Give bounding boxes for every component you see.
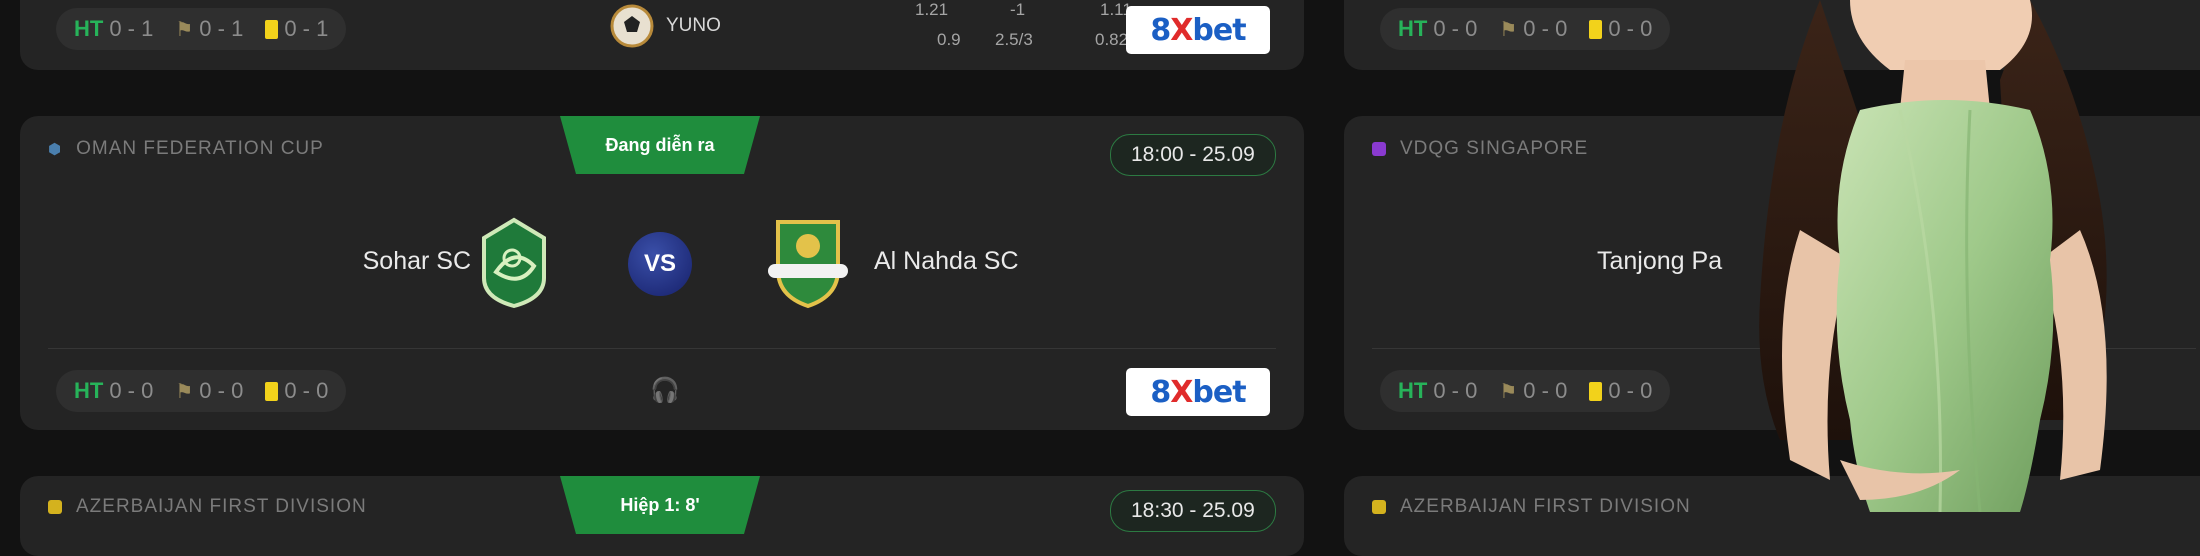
team-logo-icon — [610, 4, 654, 48]
live-status-tab: Đang diễn ra — [560, 116, 760, 174]
cards-score: 0 - 0 — [284, 378, 329, 403]
match-stats-pill: HT 0 - 1 ⚑ 0 - 1 0 - 1 — [56, 8, 347, 50]
card-divider — [48, 348, 1276, 349]
match-stats-pill: HT 0 - 0 ⚑ 0 - 0 0 - 0 — [56, 370, 347, 412]
cards-score: 0 - 1 — [284, 16, 329, 41]
match-stats-pill: HT 0 - 0 ⚑ 0 - 0 0 - 0 — [1380, 370, 1671, 412]
ht-score: 0 - 1 — [109, 16, 154, 41]
live-status-tab: Hiệp 1: 8' — [560, 476, 760, 534]
status-label: Đang diễn ra — [605, 134, 715, 155]
home-team-name[interactable]: Sohar SC — [363, 247, 471, 276]
promo-model-image — [1759, 0, 2107, 512]
league-name: OMAN FEDERATION CUP — [76, 138, 324, 159]
yellow-card-icon — [265, 381, 279, 401]
cards-score: 0 - 0 — [1608, 16, 1653, 41]
corner-flag-icon: ⚑ — [1499, 18, 1518, 41]
yellow-card-icon — [1589, 381, 1603, 401]
cards-score: 0 - 0 — [1608, 378, 1653, 403]
odds-value[interactable]: -1 — [1010, 0, 1025, 20]
match-card-azerbaijan[interactable]: AZERBAIJAN FIRST DIVISION Hiệp 1: 8' 18:… — [20, 476, 1304, 556]
ht-label: HT — [1398, 16, 1428, 41]
league-header: ⬢ OMAN FEDERATION CUP — [48, 138, 324, 160]
corners-score: 0 - 1 — [199, 16, 244, 41]
league-logo-icon — [1372, 142, 1386, 156]
brand-logo-text: X — [1170, 374, 1193, 410]
odds-table[interactable]: 1.21 -1 1.11 0.9 2.5/3 0.82 — [915, 0, 1145, 60]
away-team-crest-icon — [768, 220, 848, 309]
yellow-card-icon — [1589, 19, 1603, 39]
ht-score: 0 - 0 — [1433, 378, 1478, 403]
odds-value[interactable]: 2.5/3 — [995, 30, 1033, 50]
brand-badge-8xbet[interactable]: 8 Xbet — [1126, 368, 1270, 416]
brand-logo-text: 8 — [1150, 374, 1171, 410]
brand-badge-8xbet[interactable]: 8 Xbet — [1126, 6, 1270, 54]
status-label: Hiệp 1: 8' — [620, 494, 700, 515]
league-name: VDQG SINGAPORE — [1400, 138, 1589, 159]
match-card-top-left[interactable]: HT 0 - 1 ⚑ 0 - 1 0 - 1 YUNO 1.21 -1 1.11 0… — [20, 0, 1304, 70]
kickoff-time: 18:30 - 25.09 — [1110, 490, 1276, 532]
corners-score: 0 - 0 — [1523, 16, 1568, 41]
odds-value[interactable]: 1.21 — [915, 0, 948, 20]
corners-score: 0 - 0 — [199, 378, 244, 403]
match-stats-pill: HT 0 - 0 ⚑ 0 - 0 0 - 0 — [1380, 8, 1671, 50]
ht-label: HT — [74, 378, 104, 403]
brand-logo-text: bet — [1192, 12, 1246, 48]
away-team-name[interactable]: Al Nahda SC — [874, 247, 1019, 276]
match-card-oman[interactable]: ⬢ OMAN FEDERATION CUP Đang diễn ra 18:00… — [20, 116, 1304, 430]
team-yuno: YUNO — [610, 4, 721, 48]
brand-logo-text: X — [1170, 12, 1193, 48]
home-team-crest-icon — [482, 217, 546, 308]
ht-label: HT — [74, 16, 104, 41]
shield-icon: ⬢ — [48, 141, 63, 158]
corner-flag-icon: ⚑ — [175, 18, 194, 41]
corners-score: 0 - 0 — [1523, 378, 1568, 403]
league-header: AZERBAIJAN FIRST DIVISION — [48, 496, 367, 518]
odds-value[interactable]: 0.82 — [1095, 30, 1128, 50]
brand-logo-text: bet — [1192, 374, 1246, 410]
kickoff-time-text: 18:00 - 25.09 — [1131, 143, 1255, 166]
ht-score: 0 - 0 — [109, 378, 154, 403]
ht-label: HT — [1398, 378, 1428, 403]
ht-score: 0 - 0 — [1433, 16, 1478, 41]
league-name: AZERBAIJAN FIRST DIVISION — [1400, 496, 1691, 517]
corner-flag-icon: ⚑ — [1499, 380, 1518, 403]
odds-value[interactable]: 0.9 — [937, 30, 961, 50]
vs-badge: VS — [628, 232, 692, 296]
league-name: AZERBAIJAN FIRST DIVISION — [76, 496, 367, 517]
brand-logo-text: 8 — [1150, 12, 1171, 48]
team-name: YUNO — [666, 15, 721, 36]
yellow-card-icon — [265, 19, 279, 39]
corner-flag-icon: ⚑ — [175, 380, 194, 403]
league-header: VDQG SINGAPORE — [1372, 138, 1588, 160]
kickoff-time: 18:00 - 25.09 — [1110, 134, 1276, 176]
vs-label: VS — [643, 250, 676, 277]
kickoff-time-text: 18:30 - 25.09 — [1131, 499, 1255, 522]
league-header: AZERBAIJAN FIRST DIVISION — [1372, 496, 1691, 518]
headphones-icon[interactable]: 🎧 — [650, 376, 680, 405]
